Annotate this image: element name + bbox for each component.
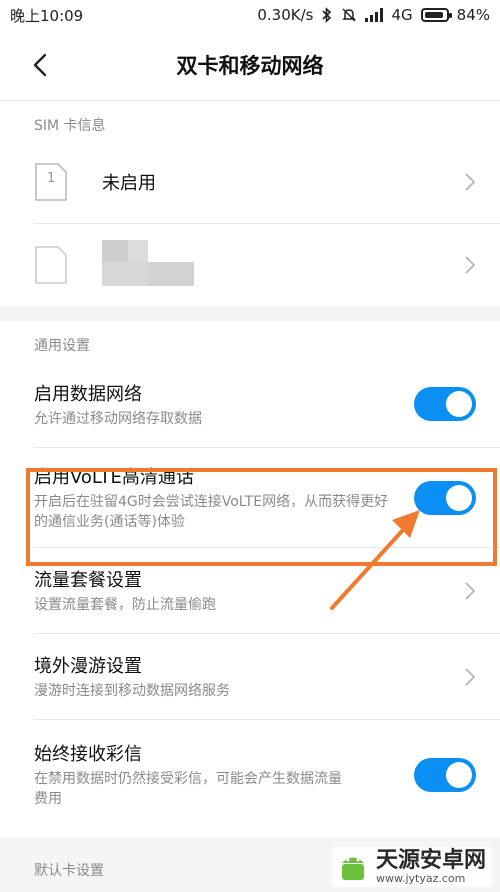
roaming-row[interactable]: 境外漫游设置 漫游时连接到移动数据网络服务	[34, 634, 500, 720]
chevron-right-icon	[465, 173, 476, 191]
row-subtitle: 允许通过移动网络存取数据	[34, 410, 202, 427]
chevron-right-icon	[465, 581, 476, 600]
sim-card-icon	[35, 246, 67, 284]
status-bar: 晚上10:09 0.30K/s 4G 84%	[0, 0, 500, 30]
status-time: 晚上10:09	[10, 6, 84, 25]
bluetooth-icon	[322, 7, 332, 23]
row-title: 流量套餐设置	[34, 570, 142, 591]
android-logo-icon	[341, 857, 364, 880]
row-subtitle: 漫游时连接到移动数据网络服务	[34, 683, 230, 699]
volte-row[interactable]: 启用VoLTE高清通话 开启后在驻留4G时会尝试连接VoLTE网络，从而获得更好…	[34, 448, 500, 548]
row-title: 始终接收彩信	[34, 744, 142, 765]
sim1-row[interactable]: 1 未启用	[34, 141, 500, 224]
row-subtitle: 设置流量套餐，防止流量偷跑	[34, 597, 216, 613]
watermark-name: 天源安卓网	[375, 848, 486, 873]
row-subtitle: 在禁用数据时仍然接受彩信，可能会产生数据流量费用	[34, 771, 342, 807]
sim1-status: 未启用	[102, 173, 156, 194]
sim-section-label: SIM 卡信息	[34, 118, 106, 134]
sim1-slot-number: 1	[47, 171, 56, 186]
data-network-row[interactable]: 启用数据网络 允许通过移动网络存取数据	[34, 361, 500, 448]
mms-row[interactable]: 始终接收彩信 在禁用数据时仍然接受彩信，可能会产生数据流量费用	[34, 720, 500, 830]
mute-icon	[342, 8, 357, 22]
sim2-row[interactable]	[34, 224, 500, 306]
back-arrow-icon[interactable]	[30, 52, 52, 78]
row-title: 启用VoLTE高清通话	[34, 467, 194, 488]
status-icons: 0.30K/s 4G 84%	[257, 6, 490, 24]
battery-level: 84%	[456, 6, 490, 24]
mms-toggle[interactable]	[414, 758, 476, 792]
row-title: 境外漫游设置	[34, 656, 142, 677]
header: 双卡和移动网络	[0, 30, 500, 101]
signal-icon	[365, 8, 384, 22]
row-subtitle: 开启后在驻留4G时会尝试连接VoLTE网络，从而获得更好的通信业务(通话等)体验	[34, 494, 389, 530]
network-speed: 0.30K/s	[257, 6, 314, 24]
watermark-url: www.jytyaz.com	[375, 872, 466, 885]
chevron-right-icon	[465, 667, 476, 686]
sim-info-section: SIM 卡信息 1 未启用	[0, 101, 500, 306]
network-type: 4G	[391, 6, 413, 24]
general-settings-section: 通用设置 启用数据网络 允许通过移动网络存取数据 启用VoLTE高清通话 开启后…	[0, 321, 500, 837]
chevron-right-icon	[465, 256, 476, 274]
data-network-toggle[interactable]	[414, 387, 476, 421]
row-title: 启用数据网络	[34, 383, 142, 405]
battery-icon	[420, 8, 452, 22]
volte-toggle[interactable]	[414, 480, 476, 515]
general-section-label: 通用设置	[34, 338, 90, 354]
page-title: 双卡和移动网络	[176, 54, 324, 78]
watermark: 天源安卓网 www.jytyaz.com	[331, 847, 492, 887]
sim2-name-blurred	[102, 240, 202, 290]
data-plan-row[interactable]: 流量套餐设置 设置流量套餐，防止流量偷跑	[34, 548, 500, 634]
